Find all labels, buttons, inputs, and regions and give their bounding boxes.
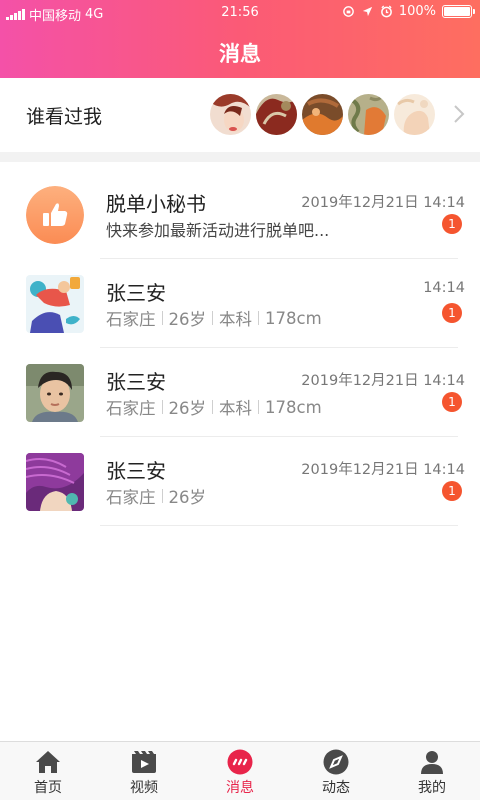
app-header: 中国移动 4G 21:56 100% 消息 [0, 0, 480, 78]
row-divider [100, 525, 458, 526]
viewer-avatar [256, 94, 297, 135]
viewer-avatars [210, 94, 435, 135]
message-sender-name: 张三安 [106, 370, 166, 394]
video-icon [132, 751, 156, 773]
rotation-lock-icon [342, 6, 354, 17]
user-age: 26岁 [168, 488, 207, 507]
user-height: 178cm [265, 308, 322, 328]
tab-label: 我的 [418, 780, 446, 796]
tab-label: 动态 [322, 780, 350, 796]
unread-badge: 1 [442, 481, 462, 501]
tab-label: 首页 [34, 780, 62, 796]
avatar [26, 453, 84, 511]
tab-label: 消息 [226, 780, 254, 796]
message-sender-name: 脱单小秘书 [106, 192, 206, 216]
unread-badge: 1 [442, 392, 462, 412]
tab-moments[interactable]: 动态 [288, 742, 384, 800]
message-time: 14:14 [423, 280, 465, 296]
message-preview: 快来参加最新活动进行脱单吧... [106, 221, 330, 240]
unread-badge: 1 [442, 303, 462, 323]
user-city: 石家庄 [106, 310, 156, 329]
status-bar: 中国移动 4G 21:56 100% [0, 0, 480, 26]
detail-separator [258, 311, 259, 325]
message-time: 2019年12月21日 14:14 [301, 373, 465, 389]
avatar [26, 364, 84, 422]
detail-separator [161, 489, 163, 503]
user-city: 石家庄 [106, 488, 156, 507]
avatar [26, 186, 84, 244]
detail-separator [212, 400, 213, 414]
detail-separator [161, 311, 163, 325]
detail-separator [161, 400, 163, 414]
alarm-icon [380, 5, 392, 18]
chevron-right-icon [454, 105, 465, 123]
who-viewed-me-label: 谁看过我 [26, 106, 103, 128]
message-sender-name: 张三安 [106, 459, 166, 483]
message-item[interactable]: 张三安 14:14 石家庄 26岁 本科 178cm 1 [0, 259, 480, 348]
message-time: 2019年12月21日 14:14 [301, 462, 465, 478]
tab-home[interactable]: 首页 [0, 742, 96, 800]
tab-messages[interactable]: 消息 [192, 742, 288, 800]
bottom-tab-bar: 首页 视频 消息 动态 我的 [0, 741, 480, 800]
profile-icon [421, 751, 443, 774]
tab-label: 视频 [130, 780, 158, 796]
user-details: 石家庄 26岁 本科 178cm [106, 306, 322, 330]
user-details: 石家庄 26岁 本科 178cm [106, 395, 322, 419]
message-item[interactable]: 张三安 2019年12月21日 14:14 石家庄 26岁 本科 178cm 1 [0, 348, 480, 437]
message-item[interactable]: 张三安 2019年12月21日 14:14 石家庄 26岁 1 [0, 437, 480, 526]
battery-icon [442, 5, 475, 18]
viewer-avatar [210, 94, 251, 135]
user-age: 26岁 [168, 310, 207, 329]
page-title: 消息 [219, 42, 261, 66]
viewer-avatar [348, 94, 389, 135]
tab-profile[interactable]: 我的 [384, 742, 480, 800]
avatar [26, 275, 84, 333]
message-list: 脱单小秘书 2019年12月21日 14:14 快来参加最新活动进行脱单吧...… [0, 170, 480, 526]
message-item-secretary[interactable]: 脱单小秘书 2019年12月21日 14:14 快来参加最新活动进行脱单吧...… [0, 170, 480, 259]
thumbs-up-icon [26, 186, 84, 244]
message-sender-name: 张三安 [106, 281, 166, 305]
viewer-avatar [394, 94, 435, 135]
compass-icon [323, 749, 349, 775]
user-city: 石家庄 [106, 399, 156, 418]
viewer-avatar [302, 94, 343, 135]
user-details: 石家庄 26岁 [106, 484, 206, 508]
tab-video[interactable]: 视频 [96, 742, 192, 800]
who-viewed-me-row[interactable]: 谁看过我 [0, 78, 480, 152]
detail-separator [258, 400, 259, 414]
message-time: 2019年12月21日 14:14 [301, 195, 465, 211]
detail-separator [212, 311, 213, 325]
user-age: 26岁 [168, 399, 207, 418]
user-education: 本科 [219, 399, 252, 418]
message-icon [227, 749, 253, 775]
user-education: 本科 [219, 310, 252, 329]
user-height: 178cm [265, 397, 322, 417]
section-divider [0, 152, 480, 162]
location-arrow-icon [362, 6, 372, 17]
battery-percent: 100% [398, 4, 436, 19]
home-icon [36, 751, 60, 773]
unread-badge: 1 [442, 214, 462, 234]
